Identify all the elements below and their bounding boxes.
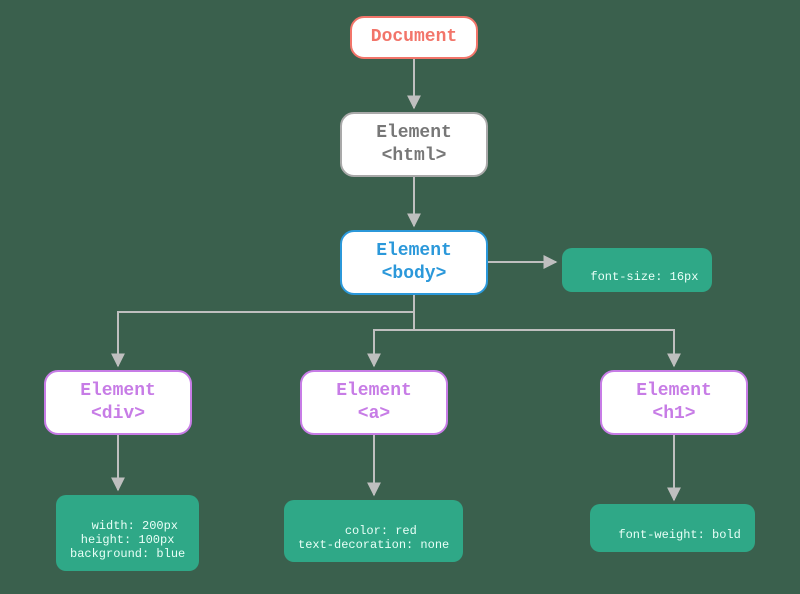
node-body: Element <body> — [340, 230, 488, 295]
anno-a: color: red text-decoration: none — [284, 500, 463, 562]
node-div: Element <div> — [44, 370, 192, 435]
edge-body-div — [118, 294, 414, 366]
node-document: Document — [350, 16, 478, 59]
node-h1: Element <h1> — [600, 370, 748, 435]
node-a: Element <a> — [300, 370, 448, 435]
anno-h1: font-weight: bold — [590, 504, 755, 552]
node-html-label2: <html> — [382, 146, 447, 166]
edge-body-a — [374, 294, 414, 366]
node-a-label1: Element — [336, 381, 412, 401]
node-a-label2: <a> — [358, 404, 390, 424]
node-div-label2: <div> — [91, 404, 145, 424]
node-body-label1: Element — [376, 241, 452, 261]
node-html-label1: Element — [376, 123, 452, 143]
anno-h1-text: font-weight: bold — [618, 528, 740, 542]
node-h1-label2: <h1> — [652, 404, 695, 424]
anno-div-text: width: 200px height: 100px background: b… — [70, 519, 185, 561]
node-body-label2: <body> — [382, 264, 447, 284]
node-document-label: Document — [371, 27, 457, 47]
node-html: Element <html> — [340, 112, 488, 177]
anno-body: font-size: 16px — [562, 248, 712, 292]
node-h1-label1: Element — [636, 381, 712, 401]
edge-body-h1 — [414, 294, 674, 366]
anno-body-text: font-size: 16px — [590, 270, 698, 284]
node-div-label1: Element — [80, 381, 156, 401]
anno-a-text: color: red text-decoration: none — [298, 524, 449, 552]
anno-div: width: 200px height: 100px background: b… — [56, 495, 199, 571]
